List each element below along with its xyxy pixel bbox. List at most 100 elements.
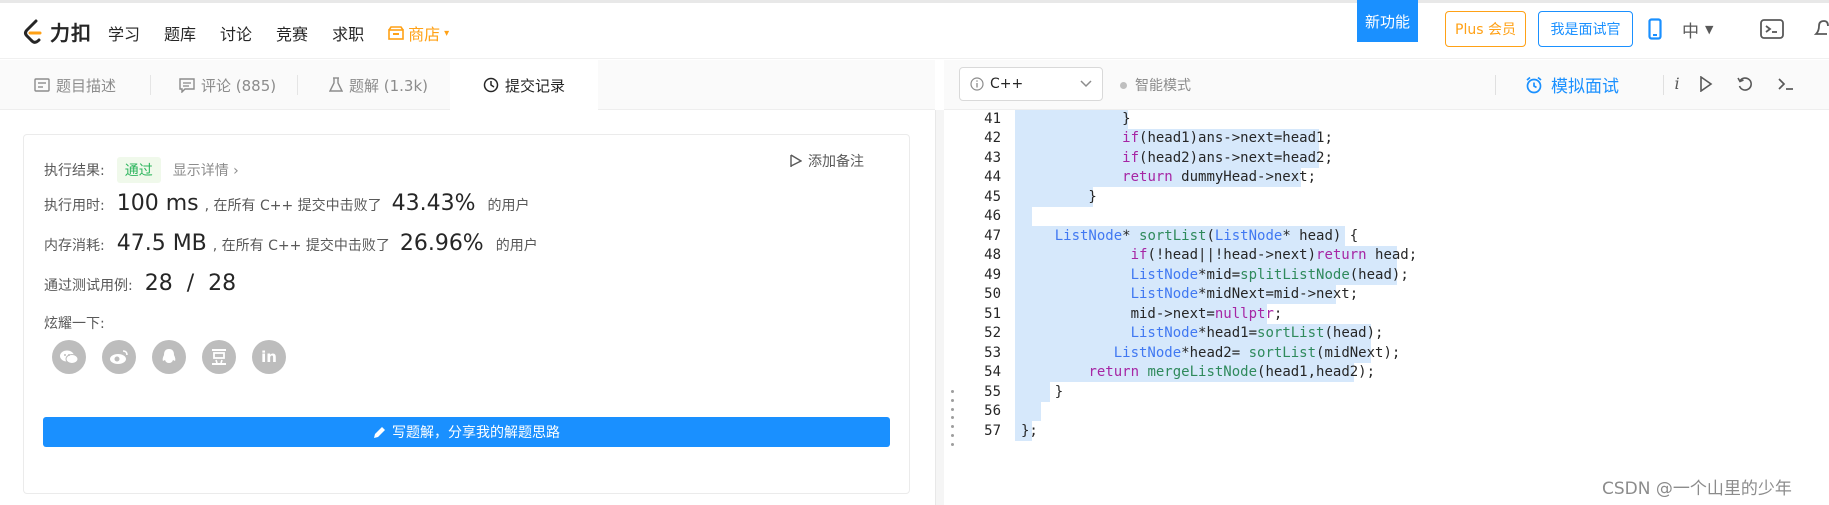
write-solution-button[interactable]: 写题解，分享我的解题思路 [43,417,890,447]
tests-value: 28 / 28 [144,271,237,296]
logo-text: 力扣 [50,21,92,45]
tests-label: 通过测试用例: [44,278,133,294]
code-line[interactable]: 47 ListNode* sortList(ListNode* head) { [961,226,1829,246]
line-number: 42 [984,130,1001,147]
interviewer-button[interactable]: 我是面试官 [1538,11,1633,47]
line-number: 46 [984,208,1001,225]
nav-learn[interactable]: 学习 [108,21,140,45]
code-line[interactable]: 54 return mergeListNode(head1,head2); [961,362,1829,382]
code-line[interactable]: 56 [961,401,1829,421]
tab-comments[interactable]: 评论 (885) [179,60,276,110]
leetcode-logo[interactable]: 力扣 [22,17,92,46]
status-badge: 通过 [116,157,161,183]
code-line[interactable]: 44 return dummyHead->next; [961,167,1829,187]
code-line[interactable]: 55 } [961,382,1829,402]
mobile-icon[interactable] [1648,18,1662,40]
code-line[interactable]: 45 } [961,187,1829,207]
memory-label: 内存消耗: [44,238,105,254]
line-number: 45 [984,188,1001,205]
tab-solutions-label: 题解 (1.3k) [349,76,429,95]
code-line[interactable]: 49 ListNode*mid=splitListNode(head); [961,265,1829,285]
add-note-label: 添加备注 [808,154,864,170]
smart-mode-label: 智能模式 [1135,78,1191,94]
language-switch-label: 中 [1682,22,1699,42]
nav-store[interactable]: 商店 ▾ [388,21,449,45]
nav-problems[interactable]: 题库 [164,21,196,45]
nav-contest[interactable]: 竞赛 [276,21,308,45]
leetcode-logo-icon [24,19,42,44]
write-solution-label: 写题解，分享我的解题思路 [392,425,560,441]
nav-jobs[interactable]: 求职 [332,21,364,45]
runtime-row: 执行用时: 100 ms , 在所有 C++ 提交中击败了 43.43% 的用户 [44,191,530,216]
alarm-clock-icon [1526,76,1542,93]
editor-toolbar: C++ 智能模式 模拟面试 i [944,60,1829,110]
code-line[interactable]: 43 if(head2)ans->next=head2; [961,148,1829,168]
code-line[interactable]: 41 } [961,110,1829,129]
tab-solutions[interactable]: 题解 (1.3k) [329,60,428,110]
submission-result-card: 执行结果: 通过 显示详情 › 添加备注 执行用时: 100 ms , 在所有 … [23,134,910,494]
code-text: } [1021,383,1064,400]
result-row: 执行结果: 通过 显示详情 › [44,157,239,183]
code-text: } [1021,188,1097,205]
language-switch[interactable]: 中 ▼ [1682,17,1713,42]
show-details-link[interactable]: 显示详情 › [173,160,239,180]
code-text: } [1021,110,1131,127]
code-text: return mergeListNode(head1,head2); [1088,364,1376,381]
new-feature-badge[interactable]: 新功能 [1357,0,1418,42]
playground-icon[interactable] [1760,18,1784,40]
pencil-icon [374,426,385,438]
weibo-icon[interactable] [102,340,136,374]
tab-separator [150,75,151,95]
wechat-icon[interactable] [52,340,86,374]
douban-icon[interactable] [202,340,236,374]
tests-row: 通过测试用例: 28 / 28 [44,271,236,296]
tab-description[interactable]: 题目描述 [34,60,116,110]
reset-icon[interactable] [1737,76,1753,92]
tab-submissions[interactable]: 提交记录 [450,60,598,110]
code-line[interactable]: 57}; [961,421,1829,441]
qq-icon[interactable] [152,340,186,374]
bell-icon[interactable] [1814,18,1829,40]
line-number: 57 [984,422,1001,439]
code-line[interactable]: 53 ListNode*head2= sortList(midNext); [961,343,1829,363]
runtime-value: 100 ms [116,191,199,216]
run-icon[interactable] [1699,76,1713,92]
code-line[interactable]: 51 mid->next=nullptr; [961,304,1829,324]
nav-store-label: 商店 [408,25,441,44]
share-row: 炫耀一下: [44,313,105,333]
mock-interview-label: 模拟面试 [1551,77,1619,97]
code-text: ListNode*head2= sortList(midNext); [1113,344,1401,361]
nav-discuss[interactable]: 讨论 [220,21,252,45]
code-line[interactable]: 42 if(head1)ans->next=head1; [961,128,1829,148]
code-text: mid->next=nullptr; [1021,305,1283,322]
code-editor[interactable]: 41 } 42 if(head1)ans->next=head1; 43 if(he… [961,110,1829,505]
mock-interview-button[interactable]: 模拟面试 [1525,72,1619,97]
toolbar-separator [1495,75,1496,95]
memory-value: 47.5 MB [116,231,207,256]
runtime-text: , 在所有 C++ 提交中击败了 [204,198,382,214]
line-number: 41 [984,110,1001,127]
memory-percentile: 26.96% [399,231,484,256]
line-number: 48 [984,247,1001,264]
store-icon [388,26,404,40]
plus-member-button[interactable]: Plus 会员 [1445,11,1526,47]
code-line[interactable]: 48 if(!head||!head->next)return head; [961,245,1829,265]
result-label: 执行结果: [44,163,105,179]
linkedin-icon[interactable]: in [252,340,286,374]
code-text: ListNode*midNext=mid->next; [1130,286,1359,303]
smart-mode-toggle[interactable]: 智能模式 [1120,75,1191,95]
add-note-button[interactable]: 添加备注 [790,151,864,171]
tab-submissions-label: 提交记录 [505,76,566,95]
code-line[interactable]: 52 ListNode*head1=sortList(head); [961,323,1829,343]
language-select[interactable]: C++ [959,67,1103,101]
selection-highlight [1015,206,1032,226]
pane-resize-handle[interactable] [935,110,944,505]
code-text: return dummyHead->next; [1122,169,1317,186]
line-number: 50 [984,286,1001,303]
code-line[interactable]: 50 ListNode*midNext=mid->next; [961,284,1829,304]
info-italic-icon[interactable]: i [1662,74,1692,93]
code-text: }; [1021,422,1038,439]
code-line[interactable]: 46 [961,206,1829,226]
console-icon[interactable] [1777,77,1795,91]
problem-tabs: 题目描述 评论 (885) 题解 (1.3k) 提交记录 [0,60,935,110]
